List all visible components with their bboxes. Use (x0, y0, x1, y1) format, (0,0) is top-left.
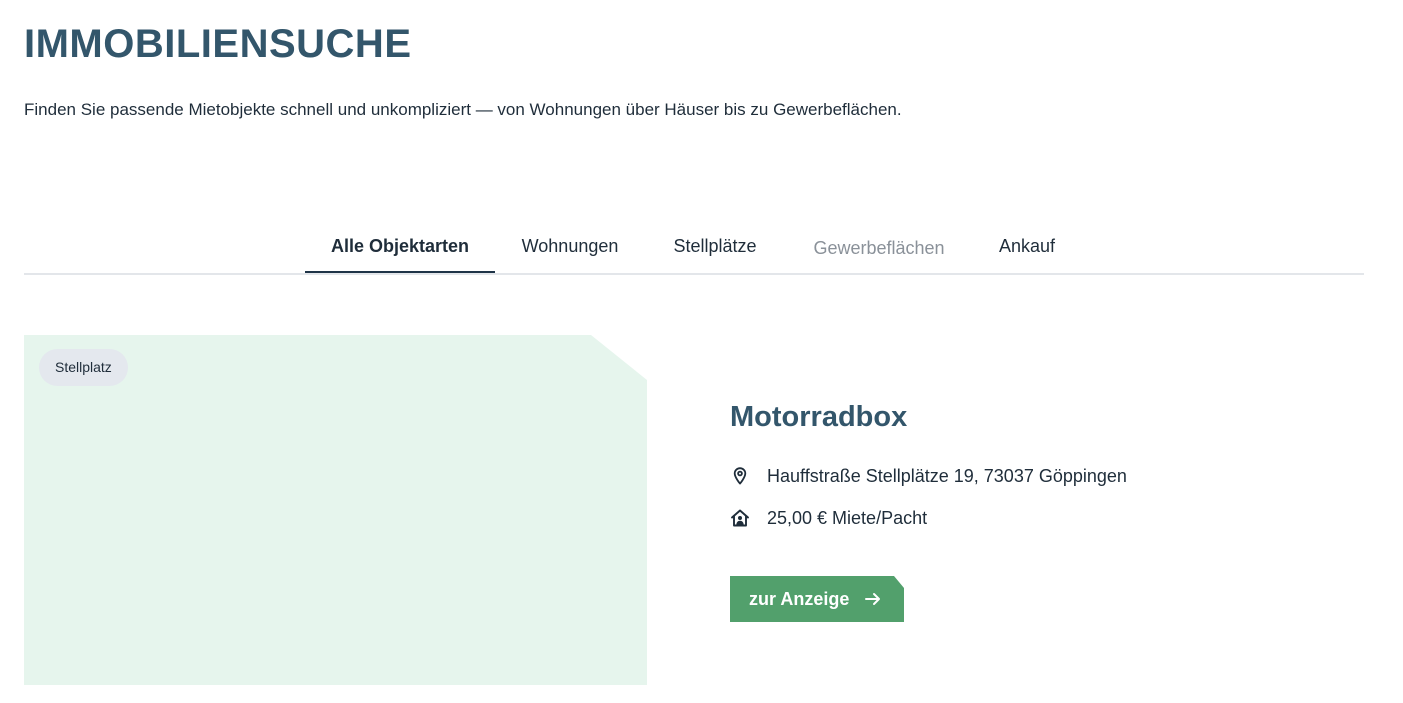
page-title: IMMOBILIENSUCHE (24, 22, 412, 66)
page-intro: Finden Sie passende Mietobjekte schnell … (24, 100, 902, 119)
listing-price-row: 25,00 € Miete/Pacht (730, 506, 927, 530)
listing-address-row: Hauffstraße Stellplätze 19, 73037 Göppin… (730, 464, 1127, 488)
tab-ankauf[interactable]: Ankauf (984, 220, 1070, 271)
zur-anzeige-label: zur Anzeige (749, 589, 850, 609)
location-pin-icon (730, 466, 750, 486)
tab-stellplaetze[interactable]: Stellplätze (658, 220, 772, 271)
zur-anzeige-button[interactable]: zur Anzeige (730, 576, 904, 622)
arrow-right-icon (863, 589, 883, 609)
category-tabs: Alle Objektarten Wohnungen Stellplätze G… (24, 220, 1364, 275)
listing-address: Hauffstraße Stellplätze 19, 73037 Göppin… (767, 466, 1127, 486)
listing-image-placeholder[interactable] (24, 335, 647, 685)
listing-price: 25,00 € Miete/Pacht (767, 508, 928, 528)
tab-wohnungen[interactable]: Wohnungen (506, 220, 634, 271)
listing-title[interactable]: Motorradbox (730, 398, 907, 436)
tab-alle-objektarten[interactable]: Alle Objektarten (305, 220, 495, 273)
tab-gewerbeflaechen[interactable]: Gewerbeflächen (796, 222, 962, 273)
listing-type-badge: Stellplatz (39, 349, 128, 386)
house-person-icon (730, 508, 750, 528)
